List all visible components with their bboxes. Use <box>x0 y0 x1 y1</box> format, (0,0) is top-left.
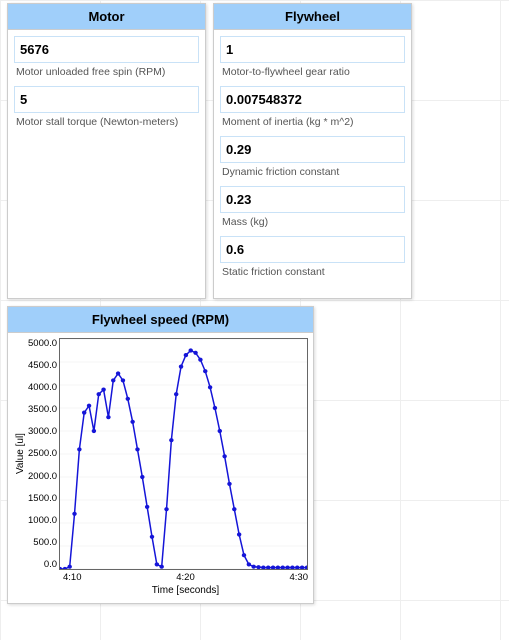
label-moment-inertia: Moment of inertia (kg * m^2) <box>220 116 405 128</box>
chart-plot[interactable] <box>59 338 308 570</box>
field-motor-stall-torque: Motor stall torque (Newton-meters) <box>14 86 199 128</box>
input-motor-free-spin[interactable] <box>14 36 199 63</box>
xtick: 4:10 <box>63 572 82 583</box>
field-static-friction: Static friction constant <box>220 236 405 278</box>
input-static-friction[interactable] <box>220 236 405 263</box>
input-moment-inertia[interactable] <box>220 86 405 113</box>
label-static-friction: Static friction constant <box>220 266 405 278</box>
panel-flywheel-title: Flywheel <box>214 4 411 30</box>
chart-title: Flywheel speed (RPM) <box>8 307 313 333</box>
ytick: 0.0 <box>44 559 57 570</box>
ytick: 2000.0 <box>28 471 57 482</box>
chart-bottom: 4:10 4:20 4:30 Time [seconds] <box>63 570 308 596</box>
input-mass[interactable] <box>220 186 405 213</box>
input-dynamic-friction[interactable] <box>220 136 405 163</box>
input-gear-ratio[interactable] <box>220 36 405 63</box>
ytick: 1000.0 <box>28 515 57 526</box>
xtick: 4:20 <box>176 572 195 583</box>
panel-chart: Flywheel speed (RPM) Value [ul] 5000.0 4… <box>7 306 314 604</box>
chart-xlabel: Time [seconds] <box>63 585 308 596</box>
input-motor-stall-torque[interactable] <box>14 86 199 113</box>
label-motor-stall-torque: Motor stall torque (Newton-meters) <box>14 116 199 128</box>
chart-body: Value [ul] 5000.0 4500.0 4000.0 3500.0 3… <box>8 333 313 601</box>
ytick: 1500.0 <box>28 493 57 504</box>
panel-flywheel: Flywheel Motor-to-flywheel gear ratio Mo… <box>213 3 412 299</box>
ytick: 4500.0 <box>28 360 57 371</box>
panel-motor-title: Motor <box>8 4 205 30</box>
chart-svg <box>60 339 307 569</box>
chart-yticks: 5000.0 4500.0 4000.0 3500.0 3000.0 2500.… <box>28 338 59 570</box>
field-gear-ratio: Motor-to-flywheel gear ratio <box>220 36 405 78</box>
label-dynamic-friction: Dynamic friction constant <box>220 166 405 178</box>
ytick: 4000.0 <box>28 382 57 393</box>
panel-motor-body: Motor unloaded free spin (RPM) Motor sta… <box>8 30 205 142</box>
panel-motor: Motor Motor unloaded free spin (RPM) Mot… <box>7 3 206 299</box>
field-mass: Mass (kg) <box>220 186 405 228</box>
field-moment-inertia: Moment of inertia (kg * m^2) <box>220 86 405 128</box>
chart-plot-wrap <box>59 338 308 570</box>
xtick: 4:30 <box>290 572 309 583</box>
chart-area: Value [ul] 5000.0 4500.0 4000.0 3500.0 3… <box>13 338 308 570</box>
field-motor-free-spin: Motor unloaded free spin (RPM) <box>14 36 199 78</box>
ytick: 3000.0 <box>28 426 57 437</box>
ytick: 5000.0 <box>28 338 57 349</box>
ytick: 500.0 <box>33 537 57 548</box>
ytick: 3500.0 <box>28 404 57 415</box>
ytick: 2500.0 <box>28 448 57 459</box>
chart-ylabel: Value [ul] <box>13 338 28 570</box>
label-motor-free-spin: Motor unloaded free spin (RPM) <box>14 66 199 78</box>
chart-xticks: 4:10 4:20 4:30 <box>63 570 308 583</box>
label-gear-ratio: Motor-to-flywheel gear ratio <box>220 66 405 78</box>
field-dynamic-friction: Dynamic friction constant <box>220 136 405 178</box>
panel-flywheel-body: Motor-to-flywheel gear ratio Moment of i… <box>214 30 411 292</box>
label-mass: Mass (kg) <box>220 216 405 228</box>
